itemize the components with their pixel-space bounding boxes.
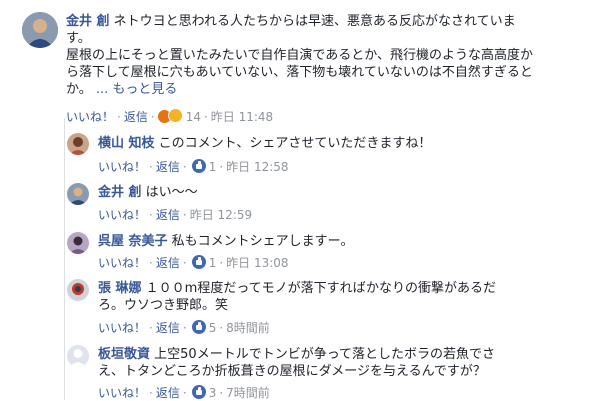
reply-text: ろ。ウソつき野郎。笑 bbox=[98, 298, 229, 313]
reply-text: 上空50メートルでトンビが争って落としたボラの若魚でさ bbox=[154, 347, 496, 362]
timestamp[interactable]: 昨日 13:08 bbox=[226, 256, 288, 270]
reply-body: 金井 創 はい〜〜 bbox=[98, 184, 588, 201]
reply-link[interactable]: 返信 bbox=[156, 386, 180, 400]
reply-thread-line bbox=[64, 118, 65, 400]
like-reaction-icon bbox=[191, 255, 206, 269]
like-reaction-icon bbox=[191, 159, 206, 173]
timestamp[interactable]: 7時間前 bbox=[226, 386, 270, 400]
reply-text: はい〜〜 bbox=[145, 185, 198, 200]
reply-actions: いいね！ · 返信 · 昨日 12:59 bbox=[98, 208, 253, 222]
like-reaction-icon bbox=[191, 385, 206, 399]
reply-actions: いいね！ · 返信 · 3 · 7時間前 bbox=[98, 385, 270, 400]
timestamp[interactable]: 昨日 12:59 bbox=[190, 208, 252, 222]
avatar[interactable] bbox=[67, 232, 89, 254]
comment-text-line: か。 bbox=[66, 82, 92, 97]
timestamp[interactable]: 昨日 11:48 bbox=[211, 110, 273, 124]
reply-link[interactable]: 返信 bbox=[124, 110, 148, 124]
comment-text-line: ら落下して屋根に穴もあいていない、落下物も壊れていないのは不自然すぎると bbox=[66, 65, 533, 80]
reply-text: このコメント、シェアさせていただきますね！ bbox=[158, 136, 432, 151]
reply-actions: いいね！ · 返信 · 1 · 昨日 13:08 bbox=[98, 255, 289, 270]
reply-text: 私もコメントシェアしますー。 bbox=[171, 234, 354, 249]
like-link[interactable]: いいね！ bbox=[98, 386, 146, 400]
reply-author[interactable]: 金井 創 bbox=[98, 185, 142, 200]
reply-body: 呉屋 奈美子 私もコメントシェアしますー。 bbox=[98, 233, 588, 250]
like-link[interactable]: いいね！ bbox=[98, 321, 146, 335]
reply-actions: いいね！ · 返信 · 5 · 8時間前 bbox=[98, 320, 270, 335]
reply-link[interactable]: 返信 bbox=[156, 321, 180, 335]
reply-actions: いいね！ · 返信 · 1 · 昨日 12:58 bbox=[98, 159, 289, 174]
reply-body: 張 琳娜 １００m程度だってモノが落下すればかなりの衝撃があるだ ろ。ウソつき野… bbox=[98, 280, 588, 314]
main-comment-body: 金井 創 ネトウヨと思われる人たちからは早速、悪意ある反応がなされていま す。 … bbox=[66, 13, 586, 98]
comment-text-line: 屋根の上にそっと置いたみたいで自作自演であるとか、飛行機のような高高度か bbox=[66, 48, 533, 63]
like-link[interactable]: いいね！ bbox=[98, 256, 146, 270]
reply-body: 横山 知枝 このコメント、シェアさせていただきますね！ bbox=[98, 135, 588, 152]
avatar[interactable] bbox=[67, 345, 89, 367]
haha-reaction-icon bbox=[167, 108, 183, 123]
main-comment-actions: いいね！ · 返信 · 14 · 昨日 11:48 bbox=[66, 108, 274, 124]
reply-author[interactable]: 呉屋 奈美子 bbox=[98, 234, 168, 249]
timestamp[interactable]: 昨日 12:58 bbox=[226, 160, 288, 174]
reply-link[interactable]: 返信 bbox=[156, 256, 180, 270]
comment-author[interactable]: 金井 創 bbox=[66, 14, 110, 29]
like-link[interactable]: いいね！ bbox=[98, 208, 146, 222]
like-count[interactable]: 1 bbox=[209, 256, 217, 270]
like-count[interactable]: 1 bbox=[209, 160, 217, 174]
reply-link[interactable]: 返信 bbox=[156, 160, 180, 174]
see-more-link[interactable]: ... もっと見る bbox=[96, 82, 178, 97]
reply-text: え、トタンどころか折板葺きの屋根にダメージを与えるんですが？ bbox=[98, 364, 486, 379]
reply-author[interactable]: 横山 知枝 bbox=[98, 136, 155, 151]
avatar[interactable] bbox=[67, 133, 89, 155]
reply-text: １００m程度だってモノが落下すればかなりの衝撃があるだ bbox=[145, 281, 496, 296]
avatar[interactable] bbox=[67, 183, 89, 205]
like-reaction-icon bbox=[191, 320, 206, 334]
like-count[interactable]: 5 bbox=[209, 321, 217, 335]
reply-body: 板垣敬資 上空50メートルでトンビが争って落としたボラの若魚でさ え、トタンどこ… bbox=[98, 346, 588, 380]
like-link[interactable]: いいね！ bbox=[66, 110, 114, 124]
timestamp[interactable]: 8時間前 bbox=[226, 321, 270, 335]
comment-text-line: す。 bbox=[66, 31, 91, 46]
reply-author[interactable]: 張 琳娜 bbox=[98, 281, 142, 296]
reaction-count[interactable]: 14 bbox=[186, 110, 201, 124]
like-link[interactable]: いいね！ bbox=[98, 160, 146, 174]
reply-link[interactable]: 返信 bbox=[156, 208, 180, 222]
reply-author[interactable]: 板垣敬資 bbox=[98, 347, 150, 362]
comment-text-line: ネトウヨと思われる人たちからは早速、悪意ある反応がなされていま bbox=[109, 14, 516, 29]
avatar[interactable] bbox=[22, 12, 58, 48]
like-count[interactable]: 3 bbox=[209, 386, 217, 400]
avatar[interactable] bbox=[67, 279, 89, 301]
